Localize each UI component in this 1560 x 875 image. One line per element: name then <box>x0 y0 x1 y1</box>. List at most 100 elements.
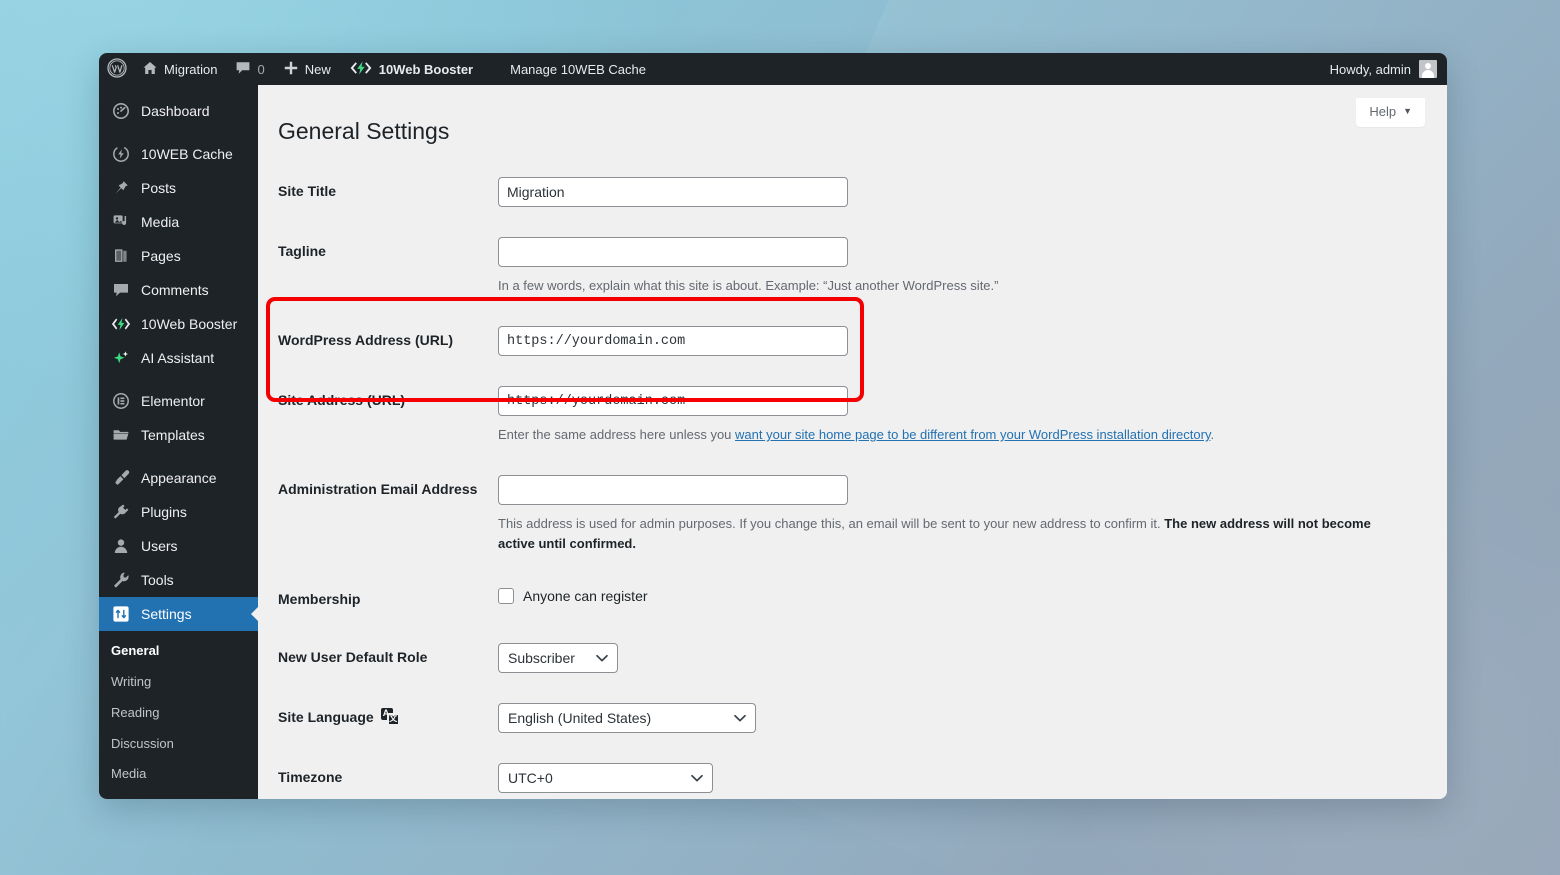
avatar[interactable] <box>1419 60 1437 78</box>
submenu-item-discussion[interactable]: Discussion <box>99 729 258 760</box>
site-address-input[interactable] <box>498 386 848 416</box>
sidebar-item-label: Elementor <box>141 393 205 409</box>
row-admin-email: Administration Email Address This addres… <box>278 460 1447 569</box>
sidebar-item-tools[interactable]: Tools <box>99 563 258 597</box>
wordpress-address-input[interactable] <box>498 326 848 356</box>
site-address-label: Site Address (URL) <box>278 371 498 460</box>
sidebar-item-label: AI Assistant <box>141 350 214 366</box>
sidebar-item-label: 10Web Booster <box>141 316 237 332</box>
installation-directory-link[interactable]: want your site home page to be different… <box>735 427 1210 442</box>
row-timezone: Timezone UTC+0 Choose either a city in <box>278 748 1447 799</box>
sidebar-item-elementor[interactable]: Elementor <box>99 384 258 418</box>
settings-content: Help ▼ General Settings Site Title Tagli… <box>258 85 1447 799</box>
admin-sidebar: Dashboard 10WEB Cache Posts Media <box>99 85 258 799</box>
sidebar-item-label: Media <box>141 214 179 230</box>
new-user-role-select-wrap: Subscriber <box>498 643 618 673</box>
booster-icon <box>111 314 131 334</box>
comment-bubble-icon <box>235 60 251 79</box>
sidebar-item-10web-cache[interactable]: 10WEB Cache <box>99 137 258 171</box>
tagline-description: In a few words, explain what this site i… <box>498 276 1398 296</box>
help-button[interactable]: Help ▼ <box>1356 98 1425 127</box>
dashboard-icon <box>111 101 131 121</box>
new-user-role-select[interactable]: Subscriber <box>498 643 618 673</box>
site-language-cell: English (United States) <box>498 688 1447 748</box>
menu-separator <box>99 375 258 384</box>
site-name-menu[interactable]: Migration <box>133 53 226 85</box>
membership-label: Membership <box>278 570 498 628</box>
media-icon <box>111 212 131 232</box>
sidebar-item-10web-booster[interactable]: 10Web Booster <box>99 307 258 341</box>
wordpress-address-cell <box>498 311 1447 371</box>
menu-separator <box>99 128 258 137</box>
wrench-icon <box>111 570 131 590</box>
howdy-label[interactable]: Howdy, admin <box>1330 62 1411 77</box>
sidebar-item-comments[interactable]: Comments <box>99 273 258 307</box>
sidebar-item-label: Plugins <box>141 504 187 520</box>
sidebar-item-label: Dashboard <box>141 103 210 119</box>
site-language-select[interactable]: English (United States) <box>498 703 756 733</box>
brush-icon <box>111 468 131 488</box>
sidebar-item-label: Tools <box>141 572 174 588</box>
new-content-menu[interactable]: New <box>274 53 340 85</box>
sidebar-item-ai-assistant[interactable]: AI Assistant <box>99 341 258 375</box>
site-name-label: Migration <box>164 63 217 76</box>
sidebar-item-users[interactable]: Users <box>99 529 258 563</box>
submenu-item-reading[interactable]: Reading <box>99 698 258 729</box>
wp-logo-menu[interactable] <box>99 53 133 85</box>
sidebar-item-settings[interactable]: Settings <box>99 597 258 631</box>
sidebar-item-plugins[interactable]: Plugins <box>99 495 258 529</box>
booster-label: 10Web Booster <box>379 63 473 76</box>
comment-icon <box>111 280 131 300</box>
tagline-input[interactable] <box>498 237 848 267</box>
row-membership: Membership Anyone can register <box>278 570 1447 628</box>
comments-menu[interactable]: 0 <box>226 53 273 85</box>
folder-icon <box>111 425 131 445</box>
sliders-icon <box>111 604 131 624</box>
site-title-cell <box>498 162 1447 222</box>
help-label: Help <box>1369 104 1396 119</box>
site-title-label: Site Title <box>278 162 498 222</box>
plus-icon <box>283 60 299 79</box>
submenu-item-media[interactable]: Media <box>99 759 258 790</box>
sidebar-item-label: Comments <box>141 282 209 298</box>
submenu-item-general[interactable]: General <box>99 636 258 667</box>
manage-cache-menu[interactable]: Manage 10WEB Cache <box>482 53 655 85</box>
plug-icon <box>111 502 131 522</box>
admin-email-description: This address is used for admin purposes.… <box>498 514 1398 554</box>
submenu-item-writing[interactable]: Writing <box>99 667 258 698</box>
membership-cell: Anyone can register <box>498 570 1447 628</box>
anyone-can-register-label: Anyone can register <box>523 588 648 604</box>
admin-email-label: Administration Email Address <box>278 460 498 569</box>
booster-bolt-icon <box>349 60 373 79</box>
chevron-down-icon: ▼ <box>1403 107 1412 116</box>
menu-separator <box>99 452 258 461</box>
sidebar-item-label: Pages <box>141 248 181 264</box>
timezone-cell: UTC+0 Choose either a city in the same t… <box>498 748 1447 799</box>
sidebar-item-label: Appearance <box>141 470 217 486</box>
admin-shell: Dashboard 10WEB Cache Posts Media <box>99 85 1447 799</box>
admin-email-desc-before: This address is used for admin purposes.… <box>498 516 1164 531</box>
site-address-cell: Enter the same address here unless you w… <box>498 371 1447 460</box>
timezone-select[interactable]: UTC+0 <box>498 763 713 793</box>
row-new-user-role: New User Default Role Subscriber <box>278 628 1447 688</box>
row-wordpress-address: WordPress Address (URL) <box>278 311 1447 371</box>
comments-count: 0 <box>257 62 264 77</box>
user-icon <box>111 536 131 556</box>
admin-email-input[interactable] <box>498 475 848 505</box>
site-address-desc-before: Enter the same address here unless you <box>498 427 735 442</box>
sidebar-item-dashboard[interactable]: Dashboard <box>99 94 258 128</box>
tenweb-booster-menu[interactable]: 10Web Booster <box>340 53 482 85</box>
sidebar-item-appearance[interactable]: Appearance <box>99 461 258 495</box>
sidebar-item-pages[interactable]: Pages <box>99 239 258 273</box>
anyone-can-register-checkbox[interactable] <box>498 588 514 604</box>
sidebar-item-label: Posts <box>141 180 176 196</box>
pin-icon <box>111 178 131 198</box>
site-title-input[interactable] <box>498 177 848 207</box>
sidebar-item-posts[interactable]: Posts <box>99 171 258 205</box>
sidebar-item-media[interactable]: Media <box>99 205 258 239</box>
sidebar-item-label: 10WEB Cache <box>141 146 233 162</box>
sidebar-item-templates[interactable]: Templates <box>99 418 258 452</box>
new-label: New <box>305 63 331 76</box>
new-user-role-label: New User Default Role <box>278 628 498 688</box>
anyone-can-register-row[interactable]: Anyone can register <box>498 585 1437 604</box>
